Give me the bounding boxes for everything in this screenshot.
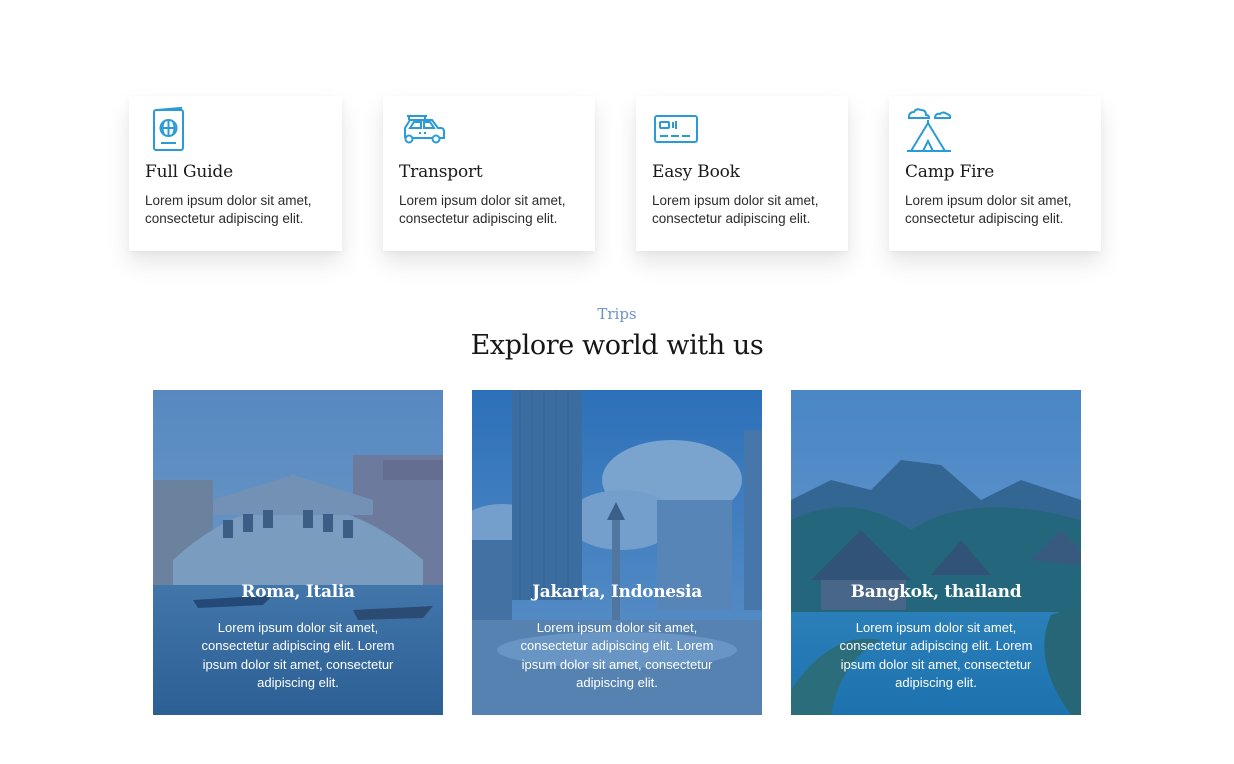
feature-card-easy-book: Easy Book Lorem ipsum dolor sit amet, co… [636, 96, 848, 251]
trip-description: Lorem ipsum dolor sit amet, consectetur … [520, 620, 714, 690]
feature-title: Transport [399, 162, 483, 182]
trip-content: Bangkok, thailand Lorem ipsum dolor sit … [791, 582, 1081, 692]
feature-title: Full Guide [145, 162, 233, 182]
tent-icon [905, 106, 953, 154]
car-icon [399, 106, 447, 154]
section-title: Explore world with us [470, 330, 764, 361]
feature-card-transport: Transport Lorem ipsum dolor sit amet, co… [383, 96, 595, 251]
trip-card-jakarta[interactable]: Jakarta, Indonesia Lorem ipsum dolor sit… [472, 390, 762, 715]
features-row: Full Guide Lorem ipsum dolor sit amet, c… [129, 96, 1101, 251]
trip-title: Roma, Italia [241, 582, 355, 602]
trip-content: Roma, Italia Lorem ipsum dolor sit amet,… [153, 582, 443, 692]
trip-content: Jakarta, Indonesia Lorem ipsum dolor sit… [472, 582, 762, 692]
feature-card-full-guide: Full Guide Lorem ipsum dolor sit amet, c… [129, 96, 342, 251]
ticket-card-icon [652, 106, 700, 154]
trips-section-header: Trips Explore world with us [0, 305, 1234, 361]
trips-row: Roma, Italia Lorem ipsum dolor sit amet,… [153, 390, 1081, 715]
feature-title: Camp Fire [905, 162, 995, 182]
passport-icon [145, 106, 193, 154]
feature-description: Lorem ipsum dolor sit amet, consectetur … [145, 193, 312, 226]
trip-card-bangkok[interactable]: Bangkok, thailand Lorem ipsum dolor sit … [791, 390, 1081, 715]
trip-title: Jakarta, Indonesia [532, 582, 702, 602]
feature-card-camp-fire: Camp Fire Lorem ipsum dolor sit amet, co… [889, 96, 1101, 251]
feature-description: Lorem ipsum dolor sit amet, consectetur … [399, 193, 566, 226]
feature-title: Easy Book [652, 162, 740, 182]
trip-card-roma[interactable]: Roma, Italia Lorem ipsum dolor sit amet,… [153, 390, 443, 715]
section-eyebrow: Trips [597, 305, 637, 323]
trip-description: Lorem ipsum dolor sit amet, consectetur … [839, 620, 1033, 690]
feature-description: Lorem ipsum dolor sit amet, consectetur … [905, 193, 1072, 226]
trip-title: Bangkok, thailand [850, 582, 1022, 602]
trip-description: Lorem ipsum dolor sit amet, consectetur … [201, 620, 395, 690]
feature-description: Lorem ipsum dolor sit amet, consectetur … [652, 193, 819, 226]
